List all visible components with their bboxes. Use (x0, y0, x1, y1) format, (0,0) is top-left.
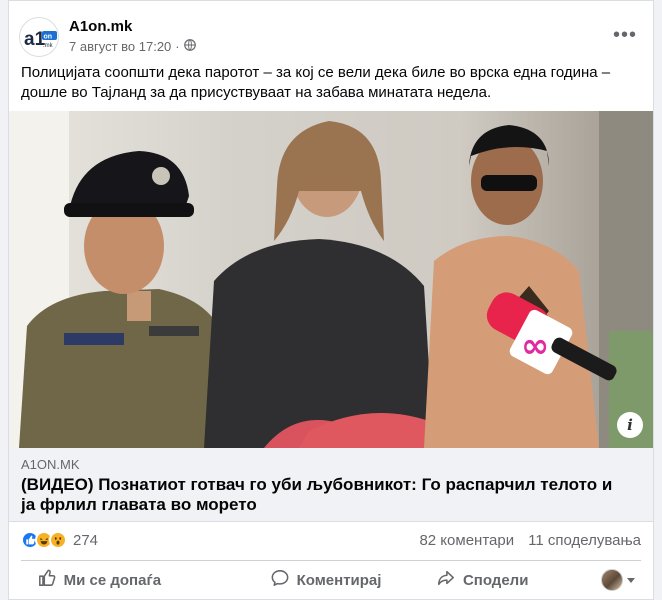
user-avatar (601, 569, 623, 591)
post-card: a1 on .mk A1on.mk 7 август во 17:20 · ••… (8, 0, 654, 600)
comment-label: Коментирај (296, 571, 382, 589)
comment-button[interactable]: Коментирај (248, 562, 405, 598)
more-options-icon[interactable]: ••• (611, 21, 639, 49)
meta-separator: · (175, 39, 180, 54)
info-icon[interactable]: i (617, 412, 643, 438)
post-meta: 7 август во 17:20 · (69, 39, 196, 54)
link-domain: A1ON.MK (21, 457, 80, 472)
chevron-down-icon (627, 577, 635, 583)
like-button[interactable]: Ми се допаѓа (21, 562, 178, 598)
share-icon (437, 569, 455, 591)
wow-reaction-icon (49, 531, 67, 549)
interaction-counts: 82 коментари 11 споделувања (419, 532, 641, 549)
comments-count[interactable]: 82 коментари (419, 532, 514, 549)
thumbs-up-icon (38, 569, 56, 591)
post-body-text: Полицијата соопшти дека паротот – за кој… (21, 64, 611, 101)
post-header: a1 on .mk A1on.mk 7 август во 17:20 · ••… (19, 15, 643, 59)
comment-as-selector[interactable] (601, 569, 635, 591)
mic-logo: ∞ (521, 326, 549, 366)
action-bar: Ми се допаѓа Коментирај Сподели (21, 562, 641, 598)
engagement-stats: 274 82 коментари 11 споделувања (21, 531, 641, 553)
share-button[interactable]: Сподели (404, 562, 561, 598)
post-timestamp[interactable]: 7 август во 17:20 (69, 39, 171, 54)
avatar-logo-mk: .mk (43, 43, 54, 49)
like-label: Ми се допаѓа (63, 571, 162, 589)
reactions-summary[interactable]: 274 (21, 531, 98, 549)
link-preview[interactable]: A1ON.MK (ВИДЕО) Познатиот готвач го уби … (9, 448, 653, 522)
photo-illustration: ∞ (9, 111, 653, 448)
reaction-count: 274 (73, 531, 99, 549)
link-title[interactable]: (ВИДЕО) Познатиот готвач го уби љубовник… (21, 475, 615, 515)
comment-icon (271, 569, 289, 591)
share-label: Сподели (462, 571, 529, 589)
page-avatar[interactable]: a1 on .mk (19, 17, 59, 57)
page-name-link[interactable]: A1on.mk (69, 18, 132, 35)
shares-count[interactable]: 11 споделувања (528, 532, 641, 549)
post-photo[interactable]: ∞ i (9, 111, 653, 448)
actions-divider (21, 560, 641, 561)
avatar-logo-on: on (44, 34, 53, 41)
globe-icon (183, 39, 196, 54)
